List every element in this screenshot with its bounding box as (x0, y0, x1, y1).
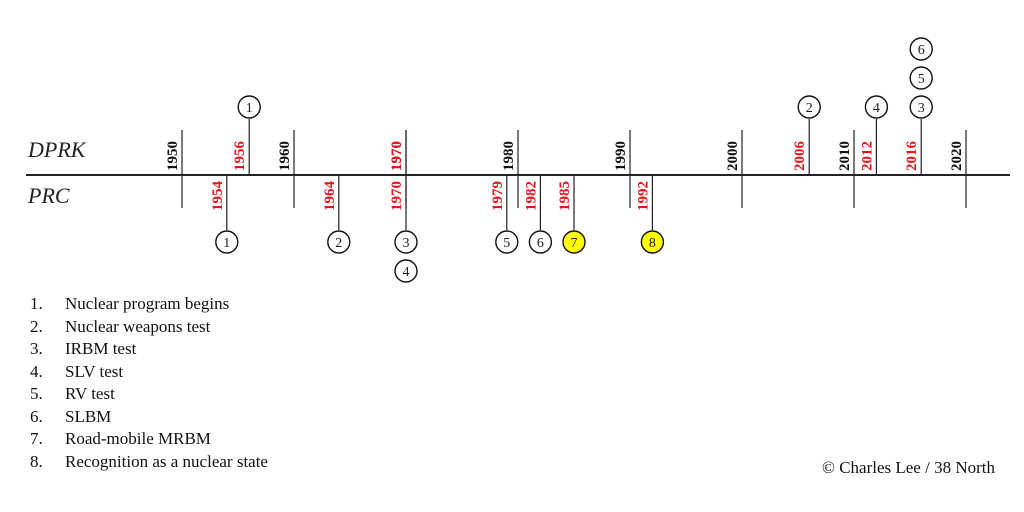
legend-item: 2. Nuclear weapons test (30, 316, 268, 339)
legend-item: 5. RV test (30, 383, 268, 406)
event-year-label: 1954 (210, 181, 226, 212)
legend-number: 4. (30, 361, 43, 381)
legend-item: 1. Nuclear program begins (30, 293, 268, 316)
legend-label: Road-mobile MRBM (65, 429, 211, 448)
event-year-label: 1956 (232, 141, 248, 172)
event-year-label: 1979 (490, 181, 506, 211)
milestone-number: 2 (806, 101, 813, 116)
legend-item: 8. Recognition as a nuclear state (30, 451, 268, 474)
decade-label: 2010 (837, 141, 853, 171)
event-year-label: 2006 (792, 141, 808, 172)
legend-item: 7. Road-mobile MRBM (30, 428, 268, 451)
legend-number: 2. (30, 316, 43, 336)
decade-label: 1960 (277, 141, 293, 171)
decade-label: 1950 (165, 141, 181, 171)
legend-label: IRBM test (65, 339, 137, 358)
row-label-dprk: DPRK (27, 137, 87, 162)
event-year-label: 1970 (389, 181, 405, 211)
legend-label: SLV test (65, 361, 124, 381)
event-year-label: 1982 (523, 181, 539, 211)
milestone-number: 6 (537, 236, 544, 251)
milestone-legend: 1. Nuclear program begins 2. Nuclear weapo… (30, 293, 268, 473)
milestone-number: 4 (873, 101, 880, 116)
event-year-label: 1985 (557, 181, 573, 211)
decade-label: 2000 (725, 141, 741, 171)
row-label-prc: PRC (27, 183, 70, 208)
legend-label: Nuclear weapons test (65, 316, 211, 336)
legend-item: 4. SLV test (30, 361, 268, 384)
milestone-number: 1 (246, 101, 253, 116)
milestone-number: 5 (918, 72, 925, 87)
milestone-number: 6 (918, 43, 925, 58)
decade-label: 2020 (949, 141, 965, 171)
milestone-number: 1 (223, 236, 230, 251)
timeline-diagram: DPRK PRC 1950 1960 1970 1980 1990 2000 2010 202… (26, 37, 1010, 283)
milestone-number: 3 (403, 236, 410, 251)
legend-item: 6. SLBM (30, 406, 268, 429)
legend-label: RV test (65, 384, 115, 403)
event-year-label: 2016 (904, 141, 920, 172)
legend-number: 8. (30, 451, 43, 471)
decade-label: 1980 (501, 141, 517, 171)
event-year-label: 1970 (389, 141, 405, 171)
milestone-number: 5 (503, 236, 510, 251)
event-year-label: 2012 (859, 141, 875, 171)
event-year-label: 1964 (322, 181, 338, 212)
legend-label: Nuclear program begins (65, 294, 230, 313)
milestone-number: 7 (571, 236, 578, 251)
legend-label: Recognition as a nuclear state (65, 451, 268, 471)
legend-number: 5. (30, 384, 43, 403)
event-year-label: 1992 (635, 181, 651, 211)
legend-number: 7. (30, 429, 43, 448)
milestone-number: 4 (403, 265, 410, 280)
copyright-credit: © Charles Lee / 38 North (822, 458, 995, 477)
legend-number: 3. (30, 339, 43, 358)
legend-label: SLBM (65, 406, 112, 426)
milestone-number: 3 (918, 101, 925, 116)
legend-number: 1. (30, 294, 43, 313)
decade-label: 1990 (613, 141, 629, 171)
milestone-number: 2 (335, 236, 342, 251)
milestone-number: 8 (649, 236, 656, 251)
legend-item: 3. IRBM test (30, 338, 268, 361)
legend-number: 6. (30, 406, 43, 426)
